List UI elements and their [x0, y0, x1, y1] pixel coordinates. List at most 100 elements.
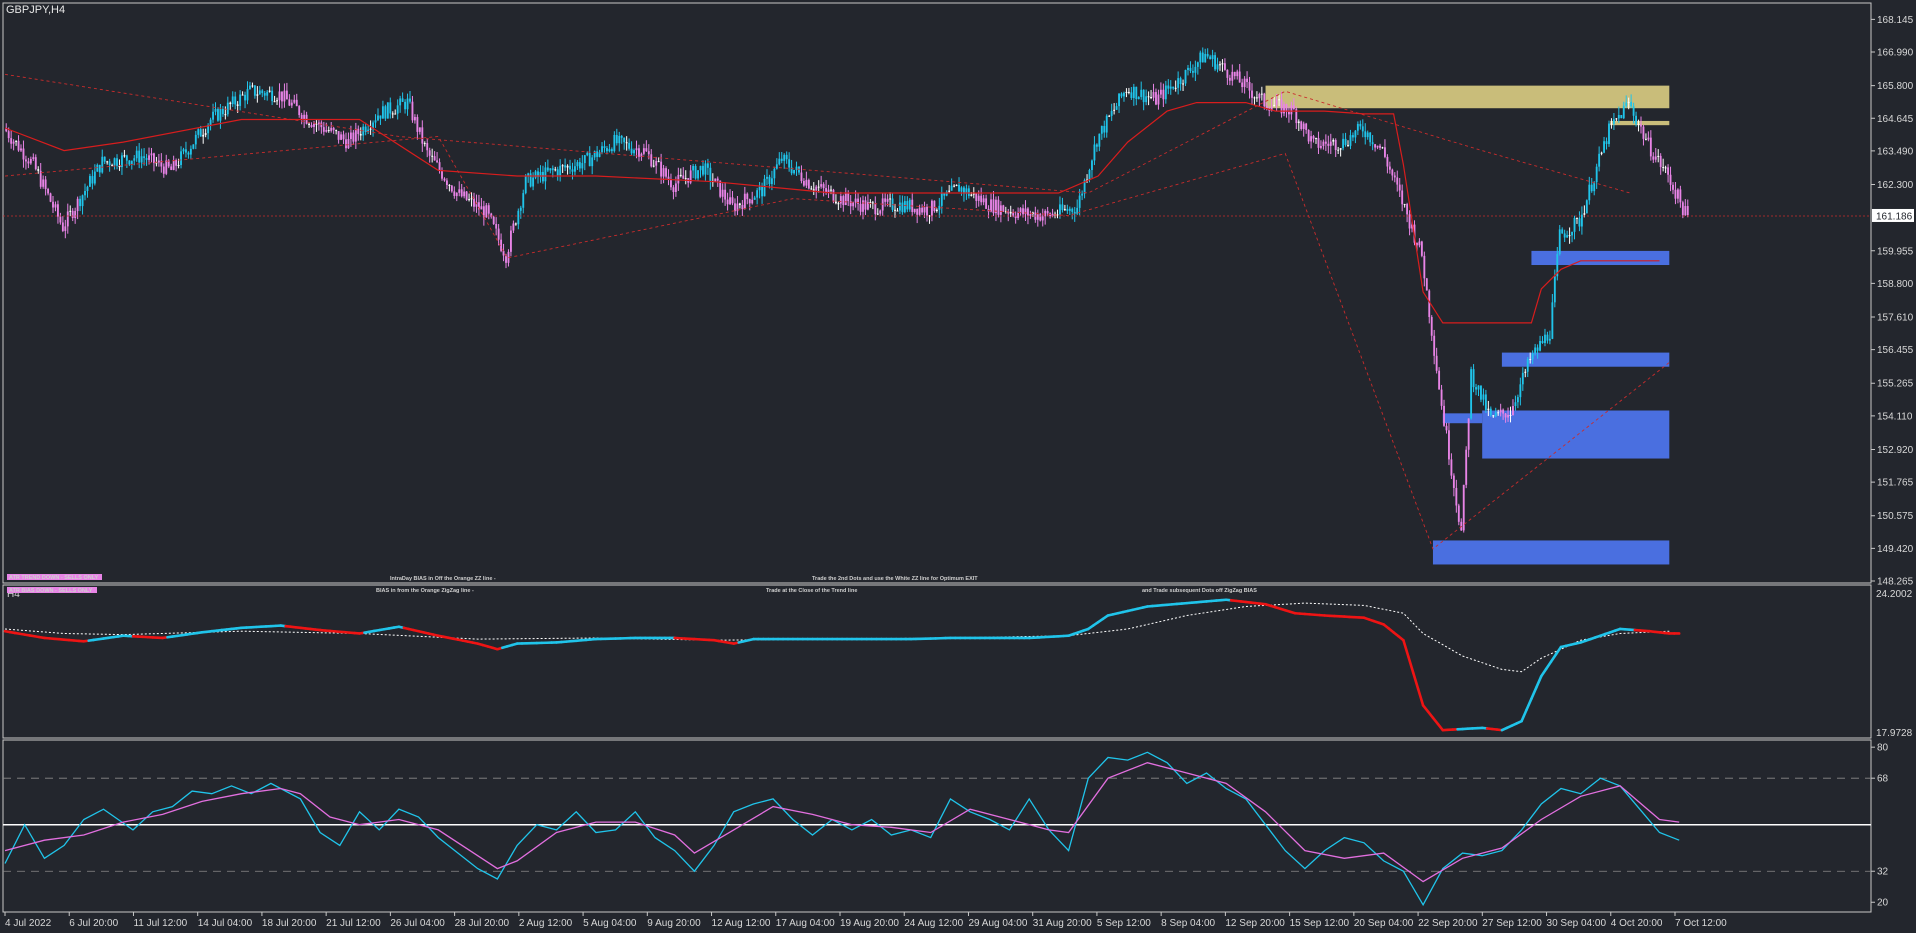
- candle-body: [938, 205, 941, 210]
- candle-body: [1499, 409, 1502, 413]
- candle-body: [738, 203, 741, 205]
- candle-body: [1403, 204, 1406, 206]
- candle-body: [1475, 387, 1477, 390]
- symbol-label: GBPJPY,H4: [6, 4, 65, 16]
- candle-body: [39, 170, 42, 187]
- candle-body: [27, 161, 30, 164]
- candle-body: [1637, 124, 1640, 126]
- candle-body: [615, 134, 618, 144]
- indicator-panel-frame: [2, 584, 1872, 739]
- candle-body: [546, 167, 549, 171]
- candle-body: [1553, 276, 1556, 303]
- candle-body: [778, 158, 781, 165]
- candle-body: [1438, 370, 1441, 390]
- candle-body: [1482, 394, 1485, 400]
- candle-body: [175, 160, 178, 166]
- candle-body: [945, 191, 948, 196]
- candle-body: [583, 155, 586, 164]
- candle-body: [468, 199, 471, 201]
- candle-body: [1174, 87, 1177, 89]
- indicator-annotation-1: BIAS in from the Orange ZigZag line -: [376, 588, 474, 594]
- candle-body: [1674, 189, 1677, 199]
- candle-body: [985, 198, 988, 209]
- candle-body: [251, 85, 254, 87]
- candle-body: [758, 186, 761, 191]
- candle-body: [281, 91, 283, 102]
- candle-body: [726, 199, 729, 205]
- candle-body: [337, 131, 340, 140]
- candle-body: [780, 158, 783, 161]
- candle-body: [381, 106, 384, 119]
- candle-body: [1354, 130, 1357, 138]
- candle-body: [898, 202, 901, 211]
- candle-body: [955, 184, 958, 186]
- candle-body: [1189, 67, 1192, 71]
- candle-body: [1600, 152, 1603, 154]
- candle-body: [512, 223, 515, 231]
- candle-body: [322, 127, 325, 132]
- candle-body: [1290, 105, 1293, 115]
- candle-body: [56, 204, 59, 217]
- indicator-tick-label: 17.9728: [1876, 728, 1913, 739]
- candle-body: [1315, 138, 1317, 140]
- time-tick-label: 17 Aug 04:00: [776, 918, 835, 929]
- candle-body: [704, 163, 707, 175]
- time-tick-label: 5 Aug 04:00: [583, 918, 637, 929]
- candle-body: [180, 151, 182, 165]
- candle-body: [1484, 394, 1487, 410]
- candle-body: [519, 207, 522, 211]
- candle-body: [1152, 92, 1155, 98]
- candle-body: [327, 130, 330, 132]
- indicator-annotation-3: and Trade subsequent Dots off ZigZag BIA…: [1142, 588, 1257, 594]
- candle-body: [1359, 123, 1362, 127]
- trading-chart[interactable]: 168.145 166.990 165.800 164.645 163.490 162.3…: [0, 0, 1916, 933]
- price-tick-label: 155.265: [1877, 379, 1914, 390]
- candle-body: [1273, 104, 1276, 107]
- candle-body: [1194, 66, 1197, 73]
- demand-zone-6: [1432, 540, 1670, 565]
- candle-body: [1337, 149, 1340, 151]
- candle-body: [1679, 189, 1682, 203]
- candle-body: [522, 193, 525, 208]
- candle-body: [1287, 111, 1290, 115]
- indicator-main-line: [1539, 667, 1548, 678]
- candle-body: [1078, 195, 1081, 208]
- candle-body: [706, 163, 709, 168]
- candle-body: [918, 207, 921, 215]
- candle-body: [785, 154, 788, 160]
- candle-body: [1615, 118, 1618, 120]
- candle-body: [1612, 119, 1615, 124]
- price-tick-label: 168.145: [1877, 15, 1914, 26]
- candle-body: [47, 189, 50, 194]
- candle-body: [1162, 89, 1165, 100]
- chart-canvas[interactable]: 168.145 166.990 165.800 164.645 163.490 162.3…: [0, 0, 1916, 933]
- candle-body: [1401, 190, 1404, 205]
- candle-body: [950, 185, 953, 191]
- candle-body: [837, 203, 840, 205]
- candle-body: [1526, 359, 1529, 372]
- candle-body: [1418, 241, 1421, 246]
- atr-trend-badge-text: ATR TREND DOWN - SELLS ONLY: [9, 575, 99, 581]
- candle-body: [165, 160, 168, 174]
- candle-body: [91, 176, 94, 184]
- candle-body: [1480, 385, 1482, 400]
- candle-body: [802, 180, 805, 186]
- candle-body: [660, 161, 663, 177]
- candle-body: [298, 106, 301, 116]
- candle-body: [672, 187, 675, 192]
- candle-body: [1502, 409, 1505, 414]
- candle-body: [1017, 212, 1020, 219]
- candle-body: [219, 108, 222, 121]
- candle-body: [256, 94, 259, 96]
- candle-body: [807, 179, 810, 189]
- candle-body: [1512, 406, 1514, 416]
- candle-body: [1654, 156, 1657, 160]
- candle-body: [209, 119, 212, 126]
- candle-body: [212, 111, 214, 120]
- time-tick-label: 26 Jul 04:00: [390, 918, 445, 929]
- candle-body: [445, 180, 448, 185]
- candle-body: [977, 195, 980, 201]
- candle-body: [862, 200, 864, 212]
- price-tick-label: 162.300: [1877, 180, 1914, 191]
- candle-body: [1379, 145, 1381, 148]
